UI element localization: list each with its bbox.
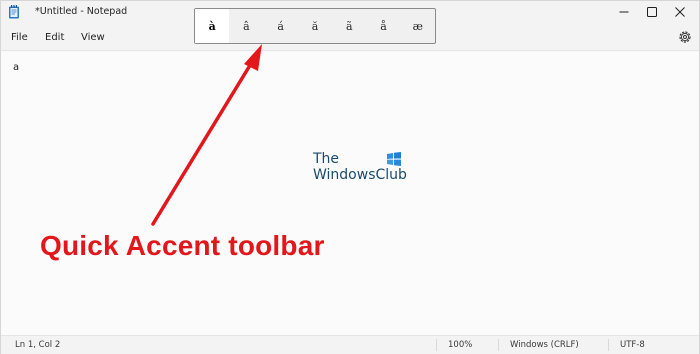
annotation-label: Quick Accent toolbar	[40, 230, 325, 261]
maximize-icon	[647, 7, 657, 17]
menu-file[interactable]: File	[11, 32, 28, 43]
notepad-window: *Untitled - Notepad File Edit View a à â…	[0, 0, 700, 354]
close-button[interactable]	[666, 1, 694, 23]
zoom-level: 100%	[448, 340, 473, 350]
menu-view[interactable]: View	[81, 32, 105, 43]
watermark-line1: The	[313, 151, 340, 167]
minimize-button[interactable]	[610, 1, 638, 23]
window-title: *Untitled - Notepad	[35, 6, 128, 17]
accent-key[interactable]: æ	[401, 9, 435, 43]
status-bar: Ln 1, Col 2 100% Windows (CRLF) UTF-8	[1, 335, 699, 354]
watermark-line2: WindowsClub	[313, 167, 407, 183]
close-icon	[675, 7, 685, 17]
status-separator	[498, 339, 499, 351]
menu-edit[interactable]: Edit	[45, 32, 64, 43]
maximize-button[interactable]	[638, 1, 666, 23]
windows-logo-icon	[387, 152, 401, 166]
accent-key[interactable]: â	[229, 9, 263, 43]
text-editor[interactable]: a	[1, 52, 699, 335]
encoding: UTF-8	[620, 340, 645, 350]
accent-key[interactable]: á	[264, 9, 298, 43]
status-separator	[436, 339, 437, 351]
notepad-icon	[9, 5, 19, 19]
status-separator	[608, 339, 609, 351]
cursor-position: Ln 1, Col 2	[15, 340, 61, 350]
gear-icon[interactable]	[677, 29, 693, 45]
accent-key[interactable]: å	[366, 9, 400, 43]
accent-key[interactable]: ă	[298, 9, 332, 43]
accent-key[interactable]: ã	[332, 9, 366, 43]
editor-content: a	[13, 62, 20, 73]
accent-key[interactable]: à	[195, 9, 230, 43]
line-ending: Windows (CRLF)	[510, 340, 579, 350]
minimize-icon	[619, 11, 629, 13]
quick-accent-toolbar: àâáăãåæ	[194, 8, 436, 44]
